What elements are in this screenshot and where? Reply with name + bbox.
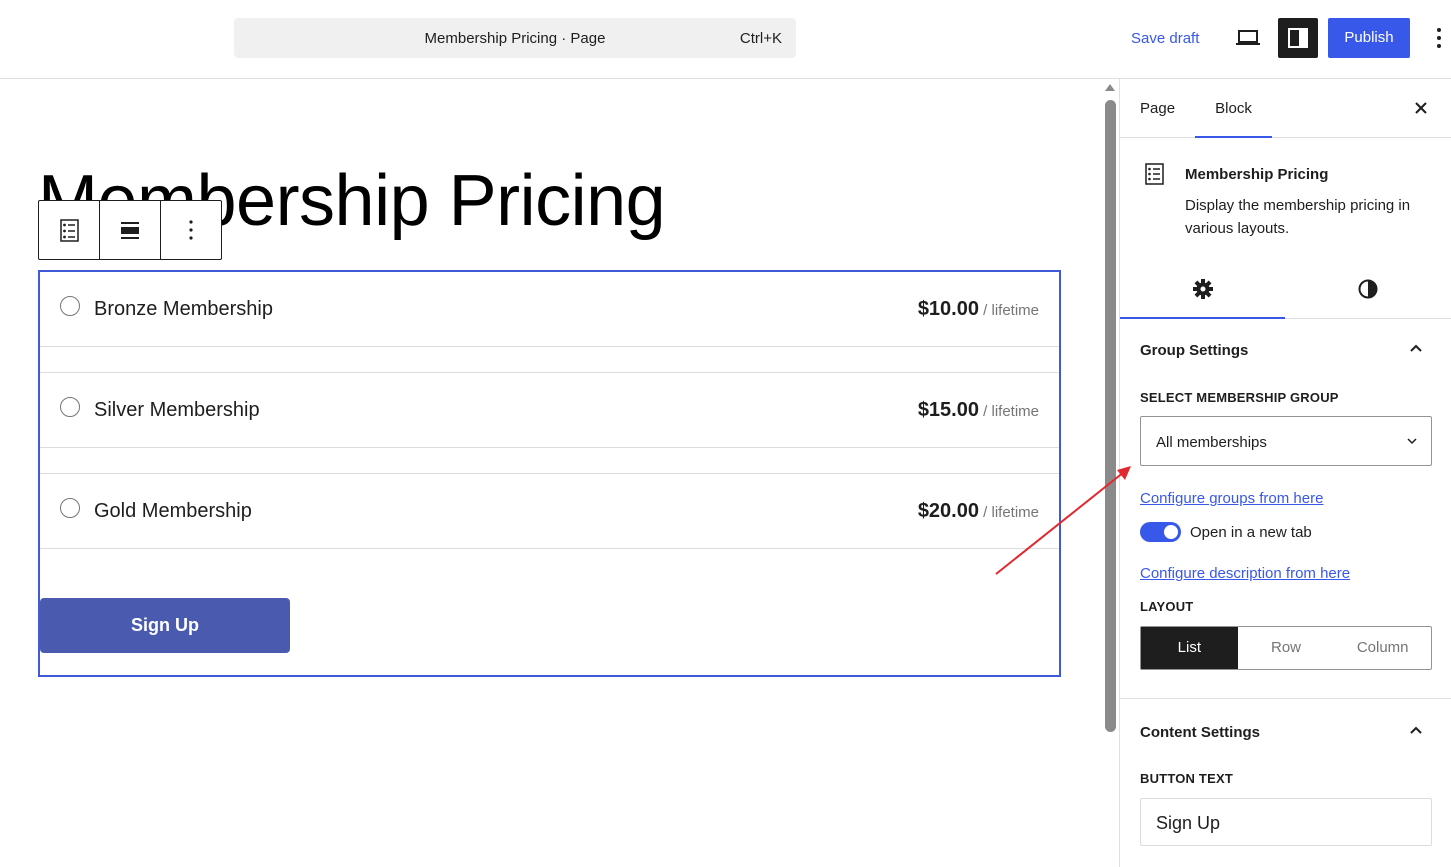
plan-spacer [40,448,1059,474]
layout-label: LAYOUT [1140,599,1194,614]
membership-pricing-block[interactable]: Bronze Membership $10.00 / lifetime Silv… [38,270,1061,677]
shortcut-hint: Ctrl+K [739,30,782,47]
button-text-input[interactable]: Sign Up [1140,798,1432,846]
plan-price: $10.00 / lifetime [918,298,1039,321]
configure-description-link[interactable]: Configure description from here [1140,565,1350,582]
close-icon[interactable] [1410,97,1432,119]
scrollbar-thumb[interactable] [1105,100,1116,732]
price-period: / lifetime [978,504,1039,521]
membership-group-select[interactable]: All memberships [1140,416,1432,466]
chevron-up-icon[interactable] [1408,722,1424,738]
tab-page[interactable]: Page [1140,79,1175,138]
chevron-up-icon[interactable] [1408,340,1424,356]
command-palette-bar[interactable]: Membership Pricing · Page Ctrl+K [234,18,796,58]
section-divider [1120,698,1451,699]
block-description: Display the membership pricing in variou… [1185,197,1411,237]
select-group-label: SELECT MEMBERSHIP GROUP [1140,390,1339,405]
input-value: Sign Up [1156,813,1221,833]
block-type-icon[interactable] [39,201,100,259]
tab-block[interactable]: Block [1195,79,1272,138]
document-title[interactable]: Membership Pricing · Page [234,30,796,47]
plan-row[interactable]: Bronze Membership $10.00 / lifetime [40,272,1059,347]
settings-styles-tabs [1120,259,1451,319]
plan-price: $20.00 / lifetime [918,500,1039,523]
content-settings-heading[interactable]: Content Settings [1140,724,1260,741]
price-amount: $15.00 [917,399,979,421]
sidebar-tabs: Page Block [1120,79,1451,138]
group-settings-heading[interactable]: Group Settings [1140,342,1248,359]
plan-name: Silver Membership [94,399,260,421]
plan-spacer [40,347,1059,373]
plan-price: $15.00 / lifetime [918,399,1039,422]
more-options-icon[interactable] [161,201,222,259]
price-period: / lifetime [978,403,1039,420]
sign-up-button[interactable]: Sign Up [40,598,290,653]
toggle-knob [1164,525,1178,539]
select-value: All memberships [1156,434,1267,451]
open-new-tab-toggle[interactable] [1140,522,1181,542]
plan-radio[interactable] [60,397,80,417]
layout-option-list[interactable]: List [1141,627,1238,669]
layout-option-row[interactable]: Row [1238,627,1335,669]
scroll-up-arrow-icon[interactable] [1105,84,1115,91]
block-type-icon [1144,161,1166,187]
layout-option-column[interactable]: Column [1334,627,1431,669]
button-text-label: BUTTON TEXT [1140,771,1233,786]
laptop-icon[interactable] [1228,18,1268,58]
plan-radio[interactable] [60,498,80,518]
contrast-icon[interactable] [1285,259,1450,319]
plan-name: Bronze Membership [94,298,273,320]
block-toolbar [38,200,222,260]
sidebar-panel-icon[interactable] [1278,18,1318,58]
publish-button[interactable]: Publish [1328,18,1410,58]
toggle-label: Open in a new tab [1190,524,1312,541]
block-card: Membership Pricing Display the membershi… [1120,139,1451,259]
plan-row[interactable]: Silver Membership $15.00 / lifetime [40,373,1059,448]
plan-row[interactable]: Gold Membership $20.00 / lifetime [40,474,1059,549]
gear-icon[interactable] [1120,259,1285,319]
settings-sidebar: Page Block Membership Pricing Display th… [1119,79,1451,867]
layout-toggle-group: List Row Column [1140,626,1432,670]
price-amount: $10.00 [917,298,979,320]
save-draft-button[interactable]: Save draft [1131,30,1199,47]
price-amount: $20.00 [917,500,979,522]
kebab-menu-icon[interactable] [1427,22,1451,54]
plan-name: Gold Membership [94,500,252,522]
chevron-down-icon [1405,434,1419,448]
plan-radio[interactable] [60,296,80,316]
block-name: Membership Pricing [1185,166,1329,183]
editor-header: Membership Pricing · Page Ctrl+K Save dr… [0,0,1451,79]
align-icon[interactable] [100,201,161,259]
configure-groups-link[interactable]: Configure groups from here [1140,490,1323,507]
price-period: / lifetime [978,302,1039,319]
